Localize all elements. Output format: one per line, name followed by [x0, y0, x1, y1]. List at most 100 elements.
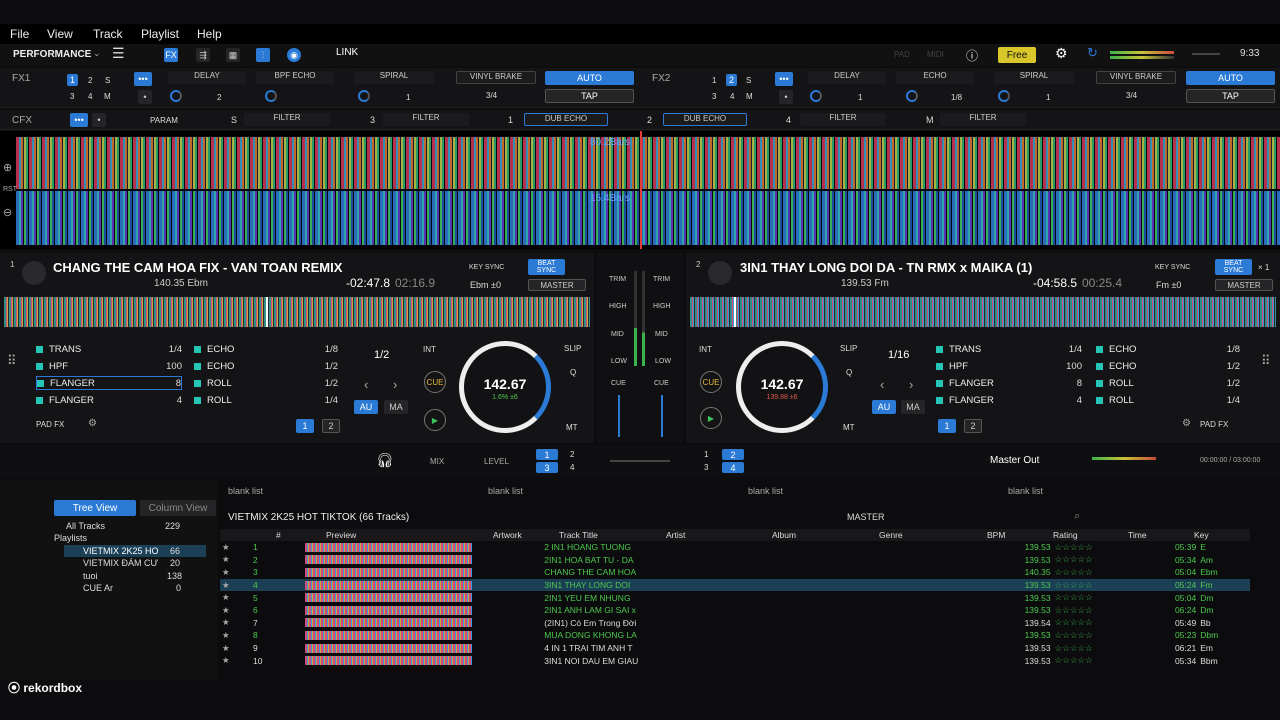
deck2-overview[interactable]	[690, 297, 1276, 327]
deck2-pad[interactable]: ECHO 1/2	[1096, 359, 1240, 373]
fx2-multi-button[interactable]: •••	[775, 72, 793, 86]
menu-help[interactable]: Help	[197, 27, 222, 41]
grid-icon[interactable]: ▦	[226, 48, 240, 62]
fx1-knob[interactable]	[170, 90, 182, 102]
pad-grid-icon[interactable]: ⠿	[7, 353, 17, 369]
deck2-waveform[interactable]	[16, 191, 1280, 245]
fx1-auto-button[interactable]: AUTO	[545, 71, 634, 85]
fx1-knob[interactable]	[358, 90, 370, 102]
fx1-brake-select[interactable]: VINYL BRAKE	[456, 71, 536, 84]
midi-label[interactable]: MIDI	[927, 50, 944, 59]
menu-view[interactable]: View	[47, 27, 73, 41]
deck1-play-button[interactable]: ▶	[424, 409, 446, 431]
deck2-play-button[interactable]: ▶	[700, 407, 722, 429]
fx2-slot1-select[interactable]: DELAY	[808, 71, 886, 84]
blank-list-3[interactable]: blank list	[748, 486, 783, 496]
col-preview[interactable]: Preview	[326, 530, 356, 540]
deck2-multiplier[interactable]: × 1	[1258, 263, 1269, 272]
search-icon[interactable]: ⌕	[1074, 510, 1080, 523]
deck2-padfx-settings-icon[interactable]: ⚙	[1182, 418, 1191, 429]
deck1-quantize[interactable]: Q	[570, 368, 576, 377]
fx1-knob[interactable]	[265, 90, 277, 102]
gear-icon[interactable]: ⚙	[1055, 45, 1068, 62]
reset-zoom-button[interactable]: RST	[3, 186, 17, 193]
fx2-deck-1[interactable]: 1	[712, 76, 716, 85]
blank-list-4[interactable]: blank list	[1008, 486, 1043, 496]
deck2-key[interactable]: Fm ±0	[1156, 280, 1181, 290]
col-time[interactable]: Time	[1128, 530, 1147, 540]
cue-deck-3[interactable]: 3	[536, 462, 558, 473]
fx2-brake-select[interactable]: VINYL BRAKE	[1096, 71, 1176, 84]
deck1-key[interactable]: Ebm ±0	[470, 280, 501, 290]
deck2-loop-prev-icon[interactable]: ‹	[880, 377, 884, 392]
playlists-folder[interactable]: Playlists	[54, 533, 87, 543]
deck1-padbank-1[interactable]: 1	[296, 419, 314, 433]
channel2-fader[interactable]	[661, 395, 663, 437]
cfx-mode-button[interactable]: •	[92, 113, 106, 127]
deck2-mt[interactable]: MT	[843, 423, 855, 432]
cfx-filter2[interactable]: FILTER	[383, 113, 469, 126]
deck1-mt[interactable]: MT	[566, 423, 578, 432]
volume-slider[interactable]	[1192, 53, 1220, 55]
blank-list-2[interactable]: blank list	[488, 486, 523, 496]
deck1-cue-button[interactable]: CUE	[424, 371, 446, 393]
deck2-master[interactable]: MASTER	[1215, 279, 1273, 291]
deck1-pad[interactable]: FLANGER 8	[36, 376, 182, 390]
cfx-dubecho1[interactable]: DUB ECHO	[524, 113, 608, 126]
cfx-filter4[interactable]: FILTER	[940, 113, 1026, 126]
deck1-pad[interactable]: TRANS 1/4	[36, 342, 182, 356]
deck1-pad[interactable]: ROLL 1/4	[194, 393, 338, 407]
table-row[interactable]: ★ 2 2IN1 HOA BAT TU - DA 139.53 ☆☆☆☆☆ 05:34 Am	[220, 554, 1250, 567]
deck2-pad[interactable]: FLANGER 8	[936, 376, 1082, 390]
chevron-down-icon[interactable]: ⌄	[93, 48, 101, 59]
channel1-cue[interactable]: CUE	[611, 380, 626, 387]
deck1-pad[interactable]: ECHO 1/8	[194, 342, 338, 356]
fx1-slot3-select[interactable]: SPIRAL	[354, 71, 434, 84]
pad-grid-icon[interactable]: ⠿	[1261, 353, 1271, 369]
deck1-pad[interactable]: ROLL 1/2	[194, 376, 338, 390]
channel2-cue[interactable]: CUE	[654, 380, 669, 387]
deck2-cue-button[interactable]: CUE	[700, 371, 722, 393]
col-rating[interactable]: Rating	[1053, 530, 1078, 540]
deck1-master[interactable]: MASTER	[528, 279, 586, 291]
tree-view-tab[interactable]: Tree View	[54, 500, 136, 516]
playlist-item[interactable]: CUE Ar	[83, 583, 113, 593]
playlist-item[interactable]: VIETMIX 2K25 HO	[83, 546, 159, 556]
table-row[interactable]: ★ 7 (2IN1) Có Em Trong Đời 139.54 ☆☆☆☆☆ 05:49…	[220, 617, 1250, 630]
fx2-slot3-select[interactable]: SPIRAL	[994, 71, 1074, 84]
layout-icon[interactable]: ☰	[112, 45, 125, 62]
sync-icon[interactable]: ↻	[1087, 45, 1098, 61]
menu-playlist[interactable]: Playlist	[141, 27, 179, 41]
deck1-slip[interactable]: SLIP	[564, 344, 581, 353]
deck2-padfx[interactable]: PAD FX	[1200, 420, 1228, 429]
deck1-jog-wheel[interactable]: 142.67 1.6% ±6	[459, 341, 551, 433]
column-view-tab[interactable]: Column View	[140, 500, 216, 516]
fx2-knob[interactable]	[906, 90, 918, 102]
deck2-loop-length[interactable]: 1/16	[888, 349, 909, 361]
col-key[interactable]: Key	[1194, 530, 1209, 540]
fx2-slot2-select[interactable]: ECHO	[896, 71, 974, 84]
deck-select-2[interactable]: 2	[722, 449, 744, 460]
deck1-padfx-settings-icon[interactable]: ⚙	[88, 418, 97, 429]
deck2-padbank-2[interactable]: 2	[964, 419, 982, 433]
col-album[interactable]: Album	[772, 530, 796, 540]
deck2-pad[interactable]: ROLL 1/4	[1096, 393, 1240, 407]
deck2-loop-next-icon[interactable]: ›	[909, 377, 913, 392]
table-row[interactable]: ★ 4 3IN1 THAY LONG DOI 139.53 ☆☆☆☆☆ 05:24 Fm	[220, 578, 1250, 592]
deck1-master-tempo[interactable]: MA	[384, 400, 408, 414]
deck2-pad[interactable]: TRANS 1/4	[936, 342, 1082, 356]
deck1-padfx[interactable]: PAD FX	[36, 420, 64, 429]
deck1-auto-gain[interactable]: AU	[354, 400, 378, 414]
deck1-waveform[interactable]	[16, 137, 1280, 189]
cue-deck-2[interactable]: 2	[570, 450, 574, 459]
deck2-tempo-range[interactable]: INT	[699, 345, 712, 354]
deck2-pad[interactable]: ROLL 1/2	[1096, 376, 1240, 390]
fx2-knob[interactable]	[998, 90, 1010, 102]
deck1-pad[interactable]: HPF 100	[36, 359, 182, 373]
fx2-deck-3[interactable]: 3	[712, 92, 716, 101]
deck2-auto-gain[interactable]: AU	[872, 400, 896, 414]
fx1-tap-button[interactable]: TAP	[545, 89, 634, 103]
cue-deck-4[interactable]: 4	[570, 463, 574, 472]
fx2-deck-s[interactable]: S	[746, 76, 751, 85]
deck2-master-tempo[interactable]: MA	[901, 400, 925, 414]
